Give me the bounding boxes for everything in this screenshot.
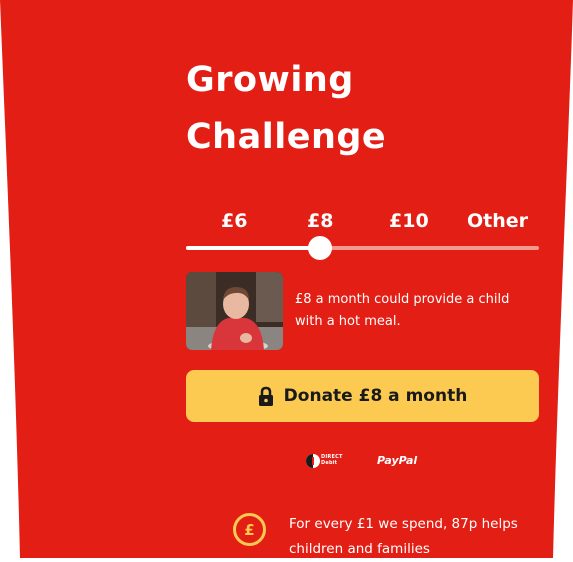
pound-icon: £ <box>233 513 266 546</box>
donate-button-label: Donate £8 a month <box>283 386 468 406</box>
amount-slider-thumb[interactable] <box>308 236 333 260</box>
spending-statistic: For every £1 we spend, 87p helps childre… <box>289 516 518 557</box>
page-title: Growing Challenge <box>186 52 526 166</box>
amount-option-10[interactable]: £10 <box>389 210 429 232</box>
paypal-logo: PayPal <box>377 454 418 467</box>
direct-debit-label: DIRECT Debit <box>321 454 343 466</box>
title-line-1: Growing <box>186 60 354 100</box>
donation-panel: Growing Challenge £6 £8 £10 Other £8 a m… <box>0 0 573 558</box>
lock-icon <box>258 386 273 406</box>
donate-button[interactable]: Donate £8 a month <box>186 370 539 422</box>
amount-option-6[interactable]: £6 <box>221 210 247 232</box>
title-line-2: Challenge <box>186 117 387 157</box>
amount-option-8[interactable]: £8 <box>307 210 333 232</box>
child-photo <box>186 272 283 350</box>
amount-slider[interactable] <box>186 236 539 260</box>
amount-option-other[interactable]: Other <box>467 210 528 232</box>
impact-description: £8 a month could provide a child with a … <box>295 292 510 329</box>
amount-slider-fill <box>186 246 321 250</box>
